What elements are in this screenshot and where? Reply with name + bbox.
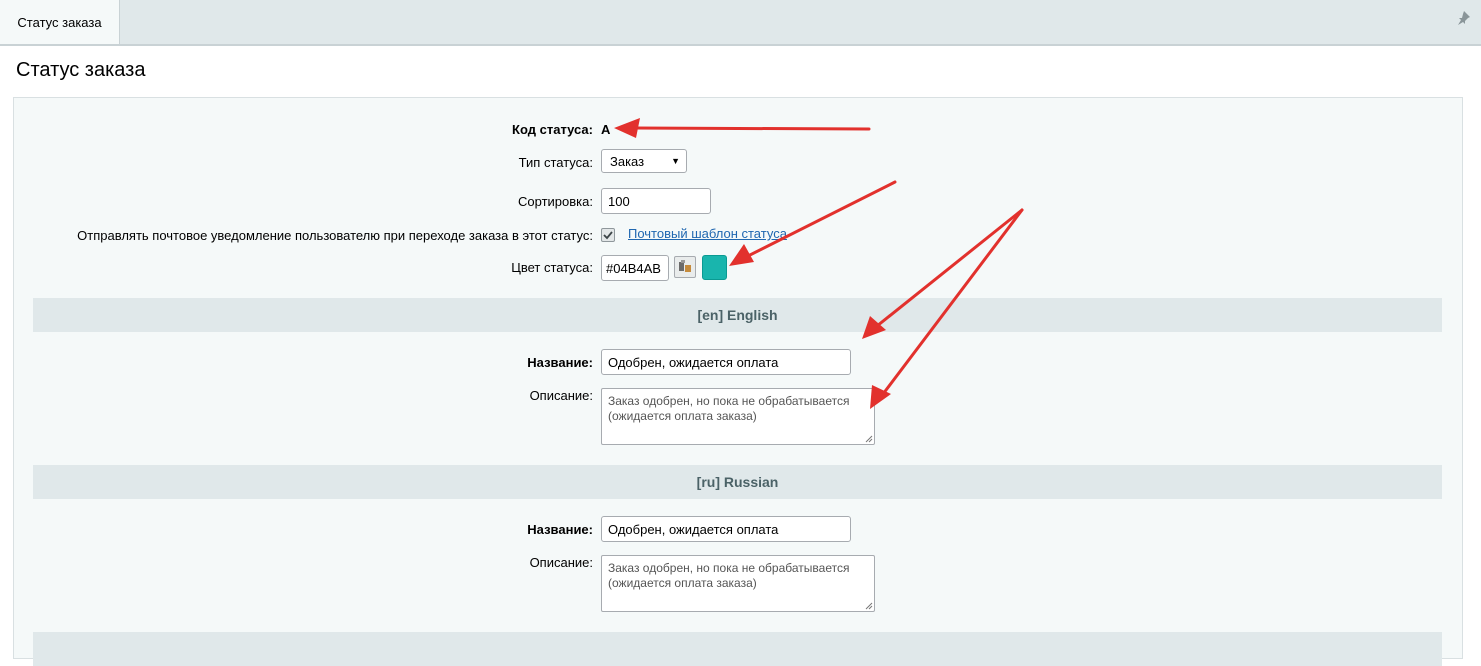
sort-label: Сортировка: bbox=[518, 194, 593, 209]
page-title: Статус заказа bbox=[16, 59, 146, 81]
tab-bar: Статус заказа bbox=[0, 0, 1481, 46]
name-input-ru[interactable]: Одобрен, ожидается оплата bbox=[601, 516, 851, 542]
pin-icon[interactable] bbox=[1455, 10, 1471, 26]
resize-grip-icon[interactable] bbox=[865, 602, 873, 610]
description-line1-ru: Заказ одобрен, но пока не обрабатывается bbox=[608, 561, 850, 575]
sort-input[interactable]: 100 bbox=[601, 188, 711, 214]
name-input-en[interactable]: Одобрен, ожидается оплата bbox=[601, 349, 851, 375]
status-type-selected: Заказ bbox=[610, 153, 645, 169]
status-code-value: A bbox=[601, 122, 611, 137]
checkmark-icon bbox=[603, 231, 613, 240]
mail-template-link[interactable]: Почтовый шаблон статуса bbox=[628, 226, 787, 241]
section-header-next bbox=[33, 632, 1442, 666]
status-color-swatch[interactable] bbox=[702, 255, 727, 280]
description-line2-ru: (ожидается оплата заказа) bbox=[608, 576, 757, 590]
tab-label: Статус заказа bbox=[17, 14, 102, 30]
description-textarea-ru[interactable]: Заказ одобрен, но пока не обрабатывается… bbox=[601, 555, 875, 612]
tab-order-status[interactable]: Статус заказа bbox=[0, 0, 120, 44]
notify-label: Отправлять почтовое уведомление пользова… bbox=[77, 228, 593, 243]
name-label-ru: Название: bbox=[527, 522, 593, 537]
sort-value: 100 bbox=[608, 193, 630, 209]
status-color-input[interactable]: #04B4AB bbox=[601, 255, 669, 281]
description-line2-en: (ожидается оплата заказа) bbox=[608, 409, 757, 423]
description-textarea-en[interactable]: Заказ одобрен, но пока не обрабатывается… bbox=[601, 388, 875, 445]
description-label-en: Описание: bbox=[529, 388, 593, 403]
name-label-en: Название: bbox=[527, 355, 593, 370]
description-line1-en: Заказ одобрен, но пока не обрабатывается bbox=[608, 394, 850, 408]
status-color-value: #04B4AB bbox=[606, 260, 661, 276]
section-header-ru-label: [ru] Russian bbox=[696, 474, 779, 490]
status-type-select[interactable]: Заказ ▼ bbox=[601, 149, 687, 173]
dropdown-arrow-icon: ▼ bbox=[671, 156, 680, 166]
section-header-en-label: [en] English bbox=[697, 307, 778, 323]
status-code-label: Код статуса: bbox=[512, 122, 593, 137]
color-picker-button[interactable] bbox=[674, 256, 696, 278]
color-picker-icon bbox=[679, 260, 691, 272]
section-header-ru: [ru] Russian bbox=[33, 465, 1442, 499]
description-label-ru: Описание: bbox=[529, 555, 593, 570]
status-color-label: Цвет статуса: bbox=[511, 260, 593, 275]
status-type-label: Тип статуса: bbox=[518, 155, 593, 170]
notify-checkbox[interactable] bbox=[601, 228, 615, 242]
resize-grip-icon[interactable] bbox=[865, 435, 873, 443]
section-header-en: [en] English bbox=[33, 298, 1442, 332]
name-value-ru: Одобрен, ожидается оплата bbox=[608, 521, 779, 537]
name-value-en: Одобрен, ожидается оплата bbox=[608, 354, 779, 370]
